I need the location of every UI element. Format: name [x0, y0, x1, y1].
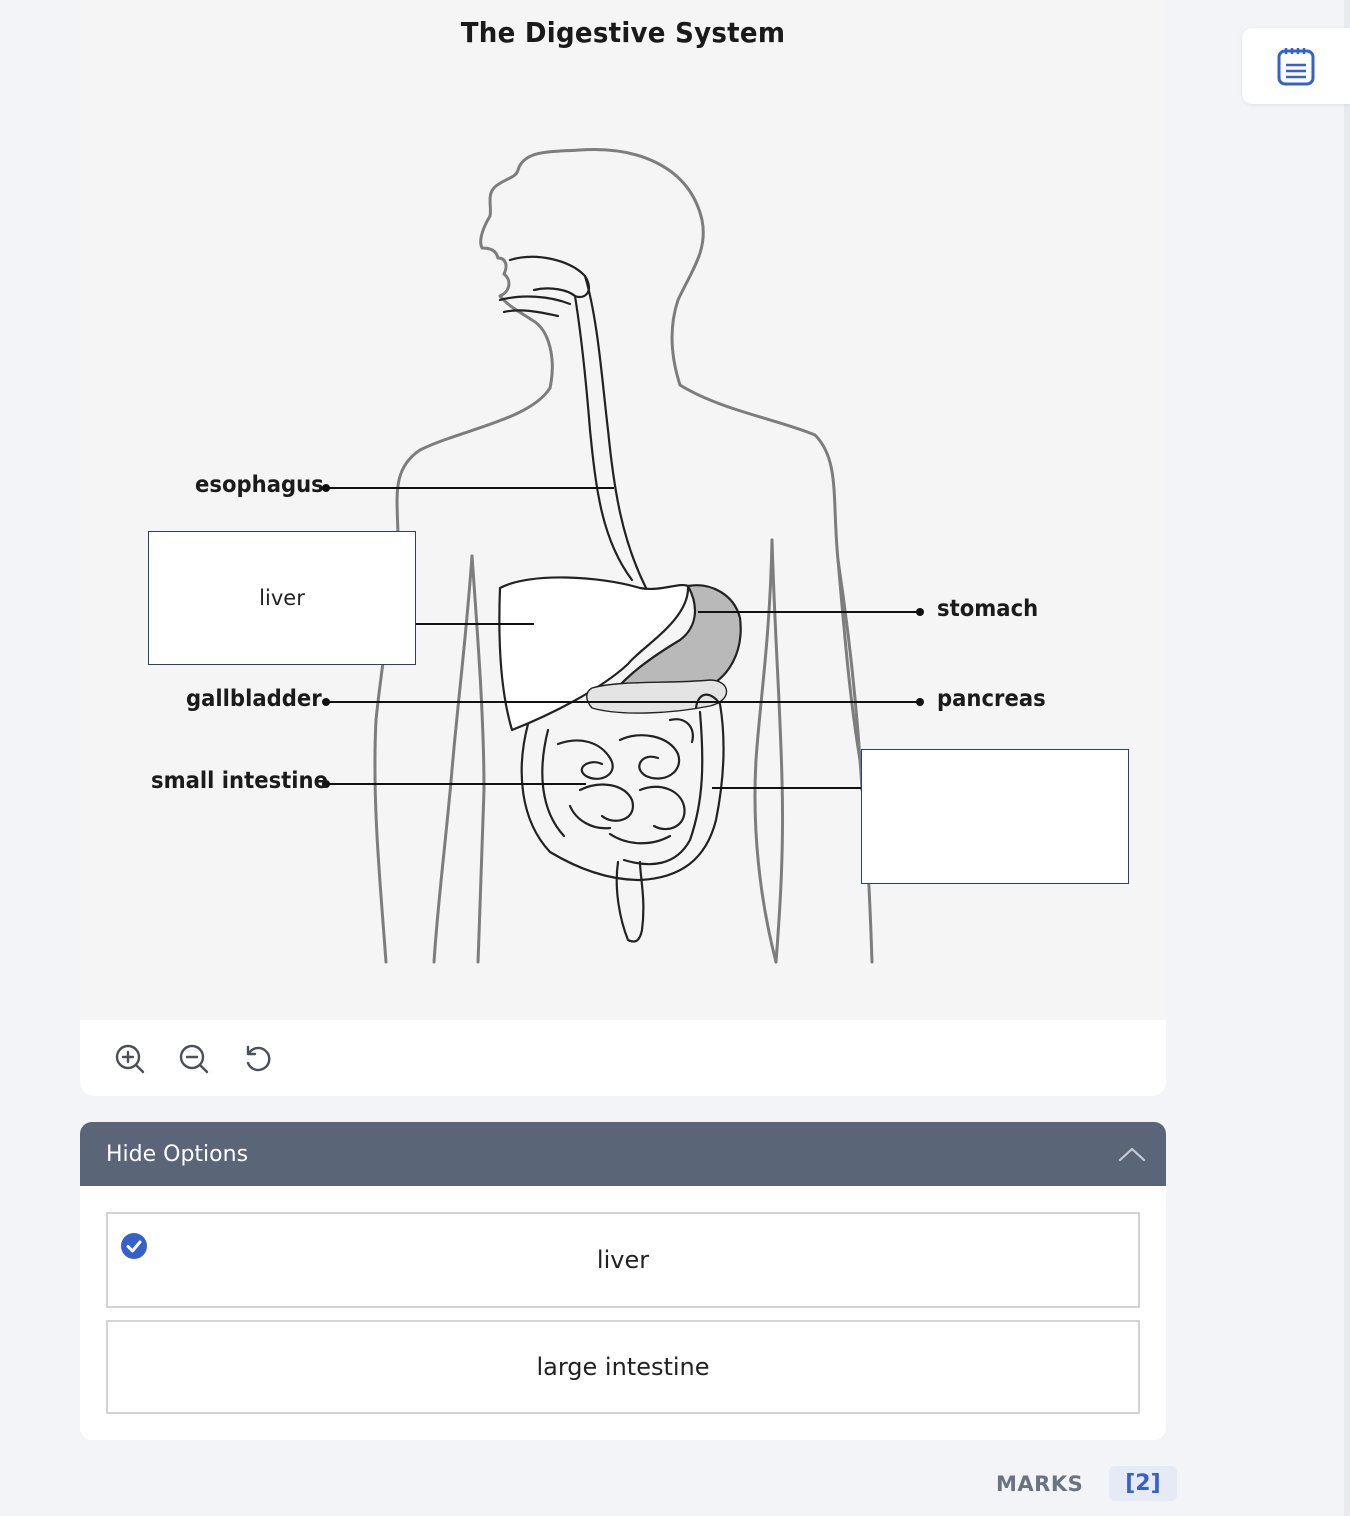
zoom-out-button[interactable]: [177, 1042, 211, 1076]
hide-options-toggle[interactable]: Hide Options: [80, 1122, 1166, 1186]
scrollbar[interactable]: [1344, 0, 1350, 1516]
dropzone-left[interactable]: liver: [148, 531, 416, 665]
label-stomach: stomach: [937, 596, 1039, 622]
option-label: large intestine: [536, 1353, 710, 1381]
zoom-out-icon: [179, 1044, 209, 1074]
marks-value: [2]: [1109, 1466, 1177, 1501]
reset-icon: [246, 1045, 271, 1072]
marks-indicator: MARKS [2]: [996, 1466, 1177, 1501]
marks-label: MARKS: [996, 1471, 1084, 1496]
option-liver[interactable]: liver: [106, 1212, 1140, 1308]
option-large-intestine[interactable]: large intestine: [106, 1320, 1140, 1414]
dropzone-right[interactable]: [861, 749, 1129, 884]
zoom-in-icon: [115, 1044, 145, 1074]
reset-zoom-button[interactable]: [241, 1042, 275, 1076]
notepad-button[interactable]: [1242, 28, 1350, 104]
label-small-intestine: small intestine: [151, 768, 328, 794]
options-panel: Hide Options liver large intestine: [80, 1122, 1166, 1440]
label-esophagus: esophagus: [195, 472, 324, 498]
diagram-card: The Digestive System esophagus gallbladd…: [80, 0, 1166, 1020]
zoom-toolbar: [80, 1020, 1166, 1096]
label-gallbladder: gallbladder: [186, 686, 322, 712]
check-circle-icon: [121, 1233, 147, 1259]
options-header-label: Hide Options: [106, 1141, 249, 1167]
zoom-in-button[interactable]: [113, 1042, 147, 1076]
option-label: liver: [596, 1246, 650, 1274]
notepad-icon: [1277, 48, 1315, 86]
label-pancreas: pancreas: [937, 686, 1046, 712]
chevron-up-icon: [1118, 1147, 1146, 1162]
